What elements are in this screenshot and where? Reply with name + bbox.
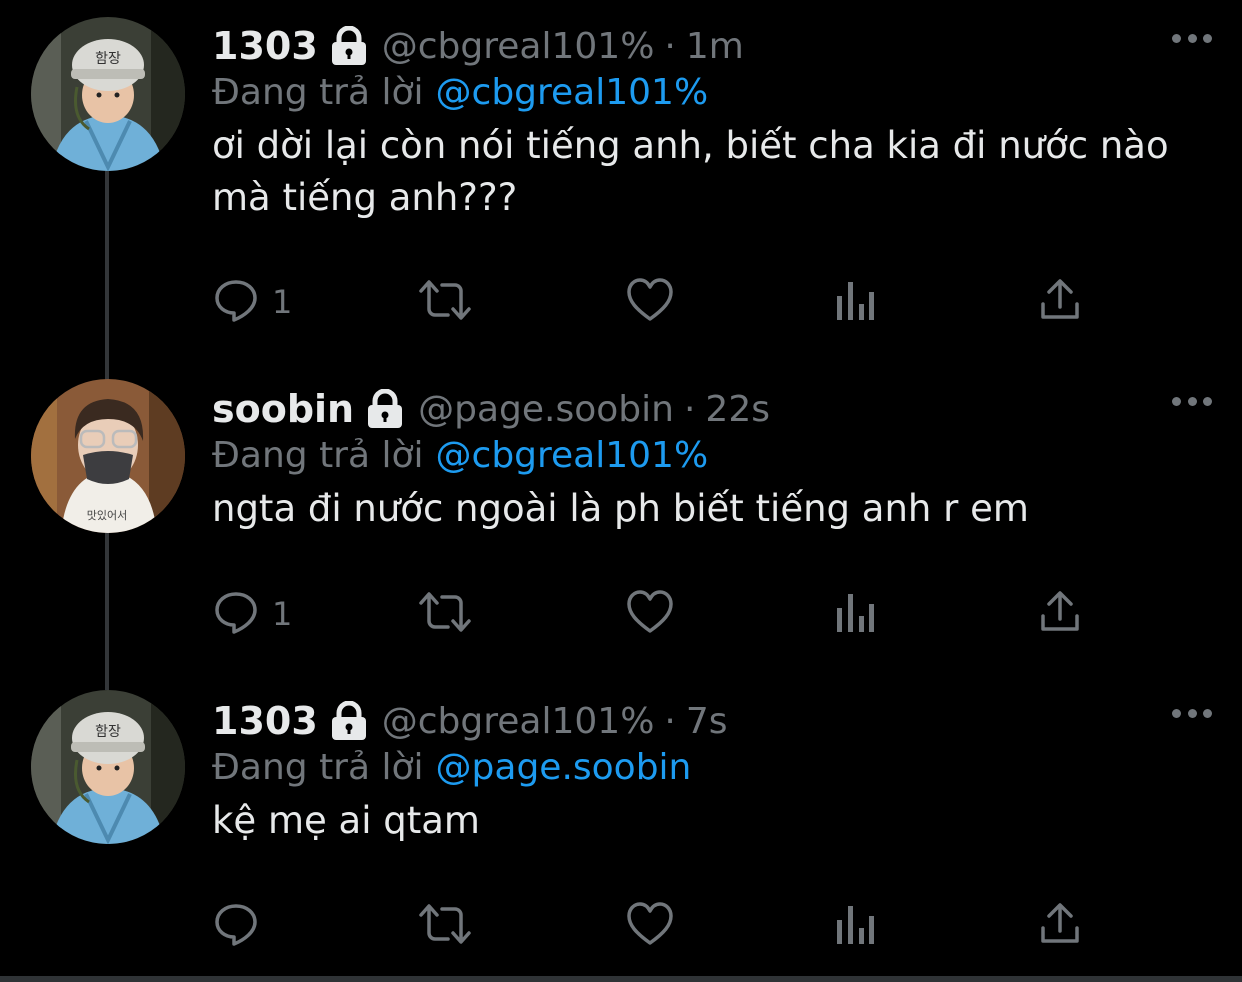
retweet-icon: [416, 588, 474, 640]
display-name[interactable]: soobin: [212, 387, 354, 431]
user-handle[interactable]: @cbgreal101%: [382, 26, 655, 67]
tweet-header: 1303 @cbgreal101% · 1m: [212, 20, 744, 72]
like-icon: [626, 901, 674, 951]
views-button[interactable]: [834, 589, 876, 639]
bottom-divider: [0, 976, 1242, 982]
replying-to: Đang trả lời @page.soobin: [212, 747, 691, 788]
reply-count: 1: [272, 283, 293, 321]
share-button[interactable]: [1038, 901, 1082, 951]
share-icon: [1038, 901, 1082, 951]
svg-text:맛있어서: 맛있어서: [87, 509, 127, 522]
like-icon: [626, 277, 674, 327]
share-icon: [1038, 277, 1082, 327]
reply-button[interactable]: 1: [212, 277, 292, 327]
more-icon[interactable]: [1172, 391, 1212, 411]
retweet-button[interactable]: [416, 277, 474, 327]
tweet-text: ơi dời lại còn nói tiếng anh, biết cha k…: [212, 124, 1169, 219]
separator-dot: ·: [664, 700, 676, 742]
more-icon[interactable]: [1172, 28, 1212, 48]
avatar[interactable]: 맛있어서: [31, 379, 185, 533]
like-icon: [626, 589, 674, 639]
tweet-header: 1303 @cbgreal101% · 7s: [212, 695, 728, 747]
tweet-header: soobin @page.soobin · 22s: [212, 383, 770, 435]
action-bar: [212, 901, 1092, 951]
lock-icon: [328, 701, 370, 741]
retweet-icon: [416, 276, 474, 328]
share-button[interactable]: [1038, 589, 1082, 639]
reply-count: 1: [272, 595, 293, 633]
avatar[interactable]: 함장: [31, 690, 185, 844]
more-icon[interactable]: [1172, 703, 1212, 723]
user-handle[interactable]: @cbgreal101%: [382, 701, 655, 742]
views-button[interactable]: [834, 277, 876, 327]
views-icon: [834, 278, 876, 326]
replying-to: Đang trả lời @cbgreal101%: [212, 72, 708, 113]
replying-to-label: Đang trả lời: [212, 72, 424, 113]
avatar[interactable]: 함장: [31, 17, 185, 171]
like-button[interactable]: [626, 901, 674, 951]
retweet-button[interactable]: [416, 901, 474, 951]
reply-icon: [212, 588, 260, 640]
svg-text:함장: 함장: [95, 51, 121, 67]
tweet-text: ngta đi nước ngoài là ph biết tiếng anh …: [212, 487, 1029, 530]
tweet-text: kệ mẹ ai qtam: [212, 799, 480, 842]
views-icon: [834, 902, 876, 950]
reply-button[interactable]: 1: [212, 589, 292, 639]
reply-button[interactable]: [212, 901, 272, 951]
reply-icon: [212, 276, 260, 328]
user-handle[interactable]: @page.soobin: [418, 389, 674, 430]
reply-icon: [212, 900, 260, 952]
timestamp[interactable]: 7s: [686, 701, 728, 742]
retweet-button[interactable]: [416, 589, 474, 639]
replying-to-label: Đang trả lời: [212, 747, 424, 788]
share-button[interactable]: [1038, 277, 1082, 327]
like-button[interactable]: [626, 277, 674, 327]
action-bar: 1: [212, 277, 1092, 327]
replying-to-handle[interactable]: @cbgreal101%: [436, 435, 709, 476]
lock-icon: [364, 389, 406, 429]
retweet-icon: [416, 900, 474, 952]
views-icon: [834, 590, 876, 638]
display-name[interactable]: 1303: [212, 24, 318, 68]
lock-icon: [328, 26, 370, 66]
separator-dot: ·: [664, 25, 676, 67]
timestamp[interactable]: 22s: [705, 389, 770, 430]
replying-to-handle[interactable]: @cbgreal101%: [436, 72, 709, 113]
replying-to-handle[interactable]: @page.soobin: [436, 747, 692, 788]
display-name[interactable]: 1303: [212, 699, 318, 743]
separator-dot: ·: [683, 388, 696, 430]
replying-to: Đang trả lời @cbgreal101%: [212, 435, 708, 476]
share-icon: [1038, 589, 1082, 639]
action-bar: 1: [212, 589, 1092, 639]
views-button[interactable]: [834, 901, 876, 951]
svg-text:함장: 함장: [95, 724, 121, 740]
like-button[interactable]: [626, 589, 674, 639]
replying-to-label: Đang trả lời: [212, 435, 424, 476]
timestamp[interactable]: 1m: [686, 26, 744, 67]
